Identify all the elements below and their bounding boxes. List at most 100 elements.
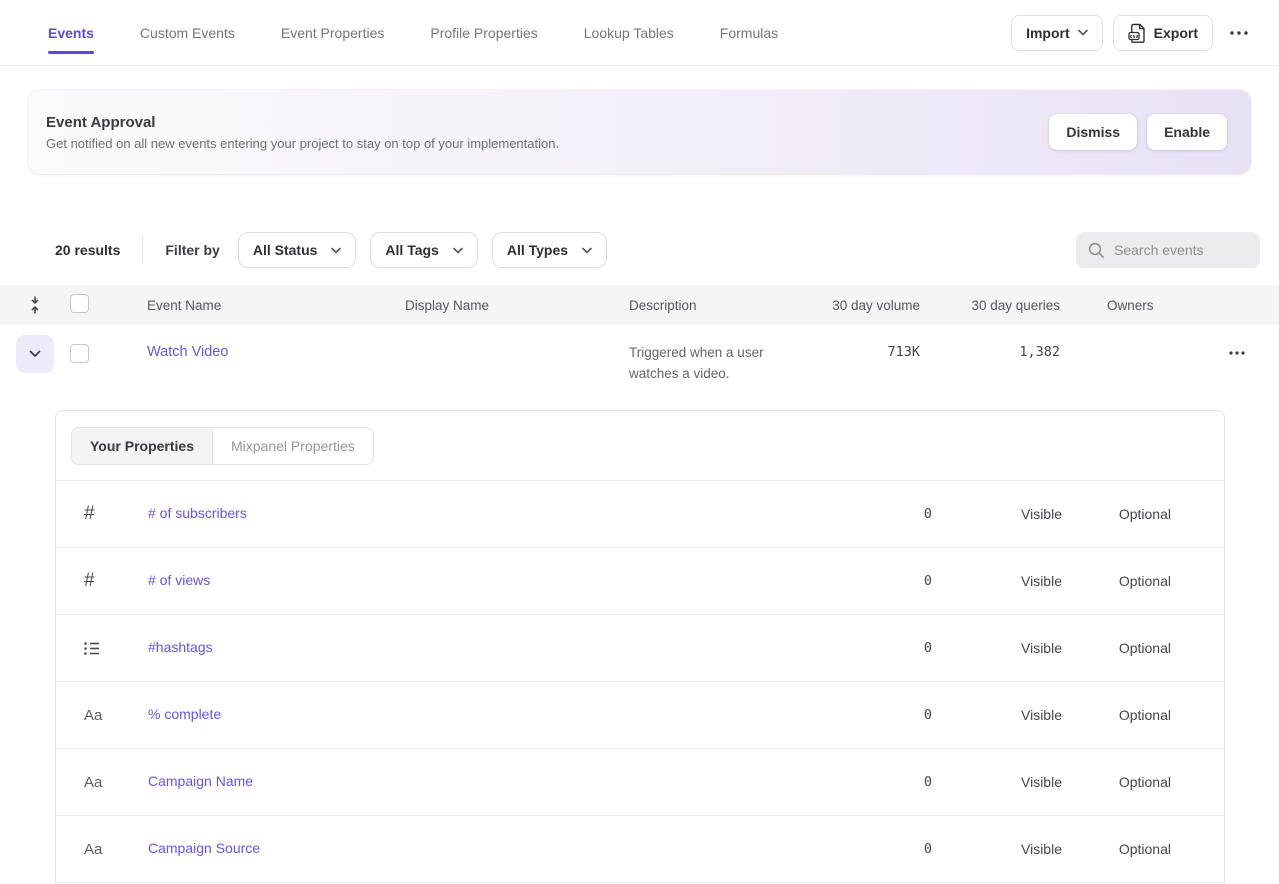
banner-title: Event Approval: [46, 114, 559, 131]
tags-filter-label: All Tags: [385, 242, 438, 258]
property-row: # # of subscribers 0 Visible Optional: [56, 481, 1224, 548]
svg-text:csv: csv: [1129, 33, 1138, 39]
top-navigation: Events Custom Events Event Properties Pr…: [0, 0, 1279, 66]
nav-actions: Import csv Export: [1011, 15, 1255, 51]
property-volume: 0: [812, 640, 932, 656]
chevron-down-icon: [1078, 29, 1088, 36]
event-properties-panel: Your Properties Mixpanel Properties # # …: [55, 410, 1225, 884]
property-visibility: Visible: [932, 707, 1062, 723]
import-button-label: Import: [1026, 25, 1070, 41]
types-filter-label: All Types: [507, 242, 568, 258]
ellipsis-icon: [1230, 31, 1248, 35]
tab-profile-properties[interactable]: Profile Properties: [430, 25, 537, 41]
text-property-icon: Aa: [56, 707, 148, 724]
column-30-day-queries: 30 day queries: [920, 298, 1060, 313]
search-events-box[interactable]: [1076, 232, 1260, 268]
property-name-link[interactable]: Campaign Name: [148, 773, 253, 789]
search-events-input[interactable]: [1114, 242, 1244, 258]
tab-mixpanel-properties[interactable]: Mixpanel Properties: [213, 428, 373, 464]
tab-events[interactable]: Events: [48, 25, 94, 41]
more-options-button[interactable]: [1223, 17, 1255, 49]
property-visibility: Visible: [932, 573, 1062, 589]
property-requirement: Optional: [1062, 640, 1171, 656]
results-count: 20 results: [55, 242, 120, 258]
dismiss-button[interactable]: Dismiss: [1049, 114, 1137, 150]
table-row-watch-video: Watch Video Triggered when a user watche…: [0, 325, 1279, 410]
property-requirement: Optional: [1062, 573, 1171, 589]
tab-your-properties[interactable]: Your Properties: [72, 428, 213, 464]
banner-text: Event Approval Get notified on all new e…: [46, 114, 559, 151]
event-description: Triggered when a user watches a video.: [629, 342, 789, 384]
property-volume: 0: [812, 506, 932, 522]
properties-tabbar: Your Properties Mixpanel Properties: [56, 411, 1224, 481]
property-name-link[interactable]: # of subscribers: [148, 505, 247, 521]
events-table-header: Event Name Display Name Description 30 d…: [0, 285, 1279, 325]
event-name-link[interactable]: Watch Video: [147, 344, 228, 360]
queries-value: 1,382: [1019, 344, 1060, 360]
property-visibility: Visible: [932, 774, 1062, 790]
csv-file-icon: csv: [1128, 23, 1146, 43]
list-property-icon: [56, 642, 148, 655]
chevron-down-icon: [29, 350, 41, 358]
collapse-row-button[interactable]: [16, 335, 54, 373]
property-volume: 0: [812, 707, 932, 723]
import-button[interactable]: Import: [1011, 15, 1103, 51]
column-owners: Owners: [1060, 298, 1180, 313]
property-requirement: Optional: [1062, 774, 1171, 790]
row-checkbox[interactable]: [70, 344, 89, 363]
column-display-name: Display Name: [405, 298, 629, 313]
column-event-name: Event Name: [147, 298, 405, 313]
select-all-checkbox-cell: [70, 294, 147, 316]
property-volume: 0: [812, 774, 932, 790]
volume-value: 713K: [887, 344, 920, 360]
property-row: Aa Campaign Name 0 Visible Optional: [56, 749, 1224, 816]
text-property-icon: Aa: [56, 841, 148, 858]
row-checkbox-cell: [70, 325, 147, 368]
enable-button[interactable]: Enable: [1147, 114, 1227, 150]
filter-bar: 20 results Filter by All Status All Tags…: [0, 232, 1279, 268]
property-requirement: Optional: [1062, 506, 1171, 522]
divider: [142, 236, 143, 264]
property-name-link[interactable]: % complete: [148, 706, 221, 722]
chevron-down-icon: [331, 247, 341, 254]
filter-by-label: Filter by: [165, 242, 219, 258]
property-name-link[interactable]: # of views: [148, 572, 210, 588]
property-visibility: Visible: [932, 506, 1062, 522]
banner-description: Get notified on all new events entering …: [46, 136, 559, 151]
chevron-down-icon: [453, 247, 463, 254]
select-all-checkbox[interactable]: [70, 294, 89, 313]
types-filter-dropdown[interactable]: All Types: [492, 232, 607, 268]
property-row: Aa Campaign Source 0 Visible Optional: [56, 816, 1224, 883]
numeric-property-icon: #: [56, 570, 148, 592]
export-button[interactable]: csv Export: [1113, 15, 1213, 51]
property-visibility: Visible: [932, 841, 1062, 857]
banner-actions: Dismiss Enable: [1049, 114, 1227, 150]
text-property-icon: Aa: [56, 774, 148, 791]
expander-cell: [0, 325, 70, 373]
tab-event-properties[interactable]: Event Properties: [281, 25, 385, 41]
ellipsis-icon: [1229, 351, 1245, 355]
properties-tabs: Your Properties Mixpanel Properties: [71, 427, 374, 465]
property-volume: 0: [812, 841, 932, 857]
search-icon: [1088, 242, 1105, 259]
status-filter-label: All Status: [253, 242, 318, 258]
tab-lookup-tables[interactable]: Lookup Tables: [584, 25, 674, 41]
tags-filter-dropdown[interactable]: All Tags: [370, 232, 477, 268]
property-row: #hashtags 0 Visible Optional: [56, 615, 1224, 682]
property-visibility: Visible: [932, 640, 1062, 656]
numeric-property-icon: #: [56, 503, 148, 525]
row-more-button[interactable]: [1221, 337, 1253, 369]
collapse-all-control[interactable]: [0, 296, 70, 314]
property-name-link[interactable]: #hashtags: [148, 639, 213, 655]
property-row: Aa % complete 0 Visible Optional: [56, 682, 1224, 749]
property-name-link[interactable]: Campaign Source: [148, 840, 260, 856]
tab-custom-events[interactable]: Custom Events: [140, 25, 235, 41]
property-requirement: Optional: [1062, 707, 1171, 723]
nav-tabs: Events Custom Events Event Properties Pr…: [48, 25, 778, 41]
column-30-day-volume: 30 day volume: [820, 298, 920, 313]
status-filter-dropdown[interactable]: All Status: [238, 232, 357, 268]
collapse-vertical-icon: [28, 296, 42, 314]
tab-formulas[interactable]: Formulas: [720, 25, 778, 41]
event-approval-banner: Event Approval Get notified on all new e…: [28, 90, 1251, 174]
export-button-label: Export: [1154, 25, 1198, 41]
